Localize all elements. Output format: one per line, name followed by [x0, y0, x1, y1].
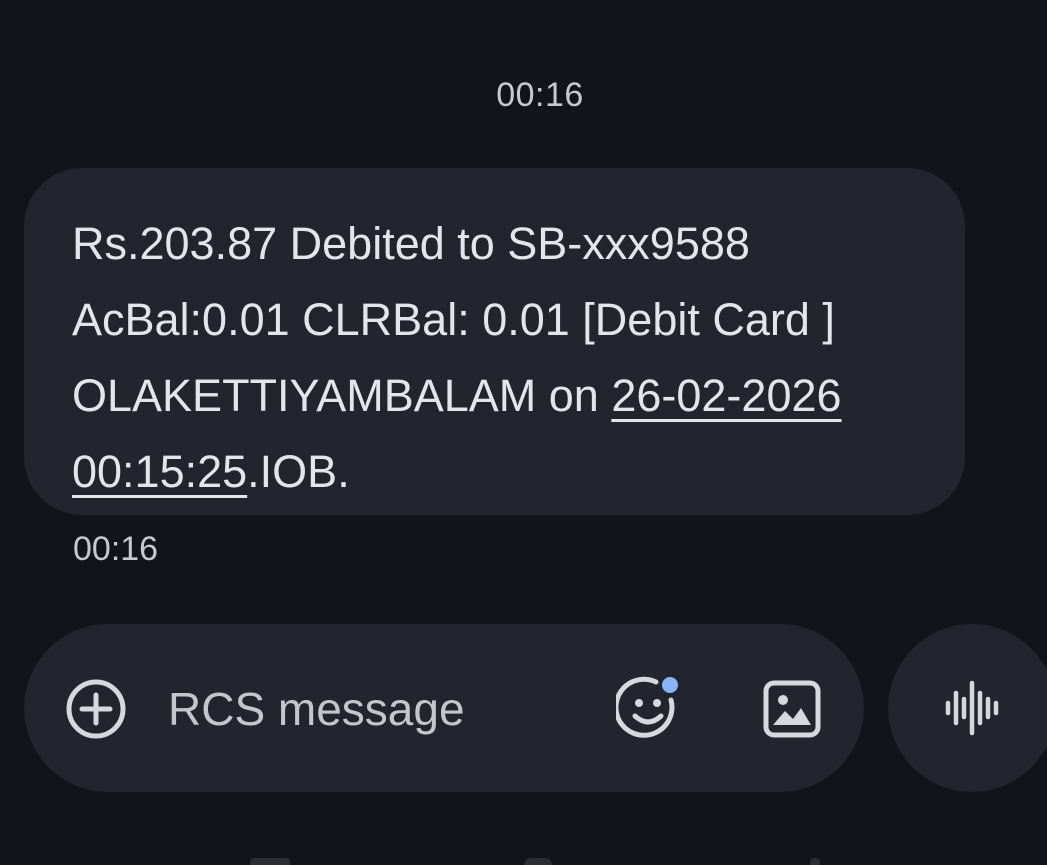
- message-time: 00:16: [73, 530, 159, 568]
- compose-bar: RCS message: [24, 624, 864, 792]
- message-input[interactable]: RCS message: [168, 682, 465, 736]
- voice-message-button[interactable]: [888, 624, 1047, 792]
- nav-hint-left: [250, 858, 290, 865]
- image-icon[interactable]: [763, 680, 821, 738]
- plus-circle-icon[interactable]: [65, 678, 127, 740]
- message-text: Rs.203.87 Debited to SB-xxx9588 AcBal:0.…: [72, 206, 925, 510]
- voice-waveform-icon: [944, 679, 1000, 737]
- nav-hint-center: [524, 858, 552, 865]
- message-text-end: .IOB.: [247, 446, 350, 497]
- emoji-icon[interactable]: [613, 676, 686, 742]
- nav-hint-right: [810, 858, 820, 865]
- date-header: 00:16: [496, 76, 584, 114]
- message-bubble[interactable]: Rs.203.87 Debited to SB-xxx9588 AcBal:0.…: [24, 168, 965, 515]
